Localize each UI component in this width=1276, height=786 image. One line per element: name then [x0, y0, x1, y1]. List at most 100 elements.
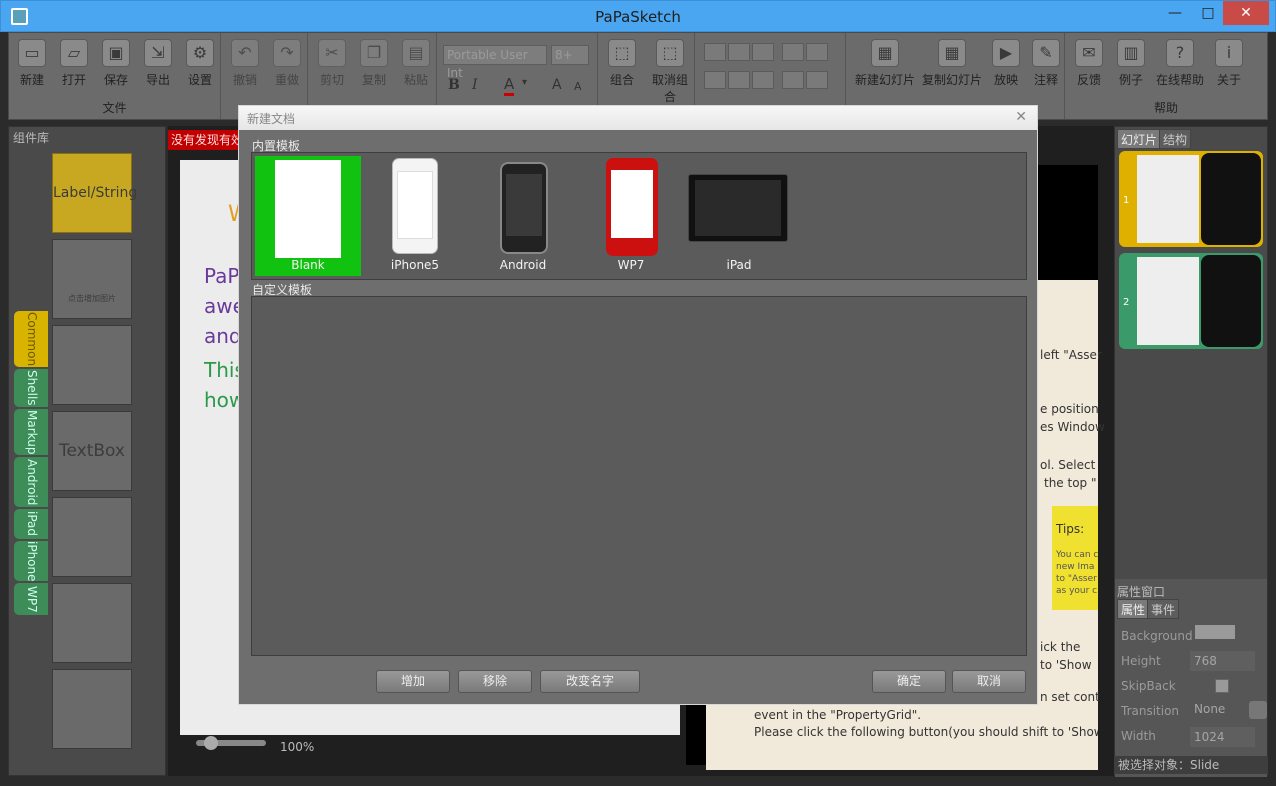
prop-height-label: Height — [1121, 654, 1161, 668]
redo-button[interactable]: ↷ 重做 — [266, 39, 308, 89]
align-middle-icon[interactable] — [728, 71, 750, 89]
android-preview — [500, 162, 548, 254]
align-right-icon[interactable] — [752, 43, 774, 61]
save-button[interactable]: ▣ 保存 — [95, 39, 137, 89]
font-color-button[interactable]: A — [504, 75, 515, 96]
prop-height-value[interactable]: 768 — [1190, 651, 1255, 671]
prop-transition-label: Transition — [1121, 704, 1180, 718]
tab-common[interactable]: Common — [14, 311, 48, 367]
chevron-down-icon[interactable]: ▾ — [522, 77, 527, 88]
grow-font-button[interactable]: A — [552, 77, 562, 93]
new-slide-button[interactable]: ▦ 新建幻灯片 — [853, 39, 917, 89]
tab-android[interactable]: Android — [14, 457, 48, 507]
ungroup-button[interactable]: ⬚ 取消组合 — [647, 39, 693, 104]
phone-line-9: event in the "PropertyGrid". — [754, 708, 922, 722]
align-top-icon[interactable] — [704, 71, 726, 89]
minimize-button[interactable]: — — [1159, 1, 1191, 25]
dialog-close-icon[interactable]: ✕ — [1015, 109, 1027, 125]
copy-button[interactable]: ❐ 复制 — [353, 39, 395, 89]
component-button[interactable] — [52, 497, 132, 577]
group-button[interactable]: ⬚ 组合 — [601, 39, 643, 89]
zoom-slider-thumb[interactable] — [204, 736, 218, 750]
tab-ipad[interactable]: iPad — [14, 509, 48, 539]
new-slide-icon: ▦ — [871, 39, 899, 67]
bold-button[interactable]: B — [448, 77, 460, 93]
prop-width-value[interactable]: 1024 — [1190, 727, 1255, 747]
template-android[interactable]: Android — [470, 156, 576, 276]
tab-properties[interactable]: 属性 — [1117, 599, 1150, 619]
new-button[interactable]: ▭ 新建 — [11, 39, 53, 89]
font-name-select[interactable]: Portable User Int — [443, 45, 547, 80]
tab-structure[interactable]: 结构 — [1159, 129, 1192, 149]
iphone-preview — [392, 158, 438, 254]
zoom-level: 100% — [280, 740, 315, 754]
paste-icon: ▤ — [402, 39, 430, 67]
distribute-v-icon[interactable] — [806, 71, 828, 89]
online-help-button[interactable]: ? 在线帮助 — [1152, 39, 1208, 89]
phone-line-2: e position — [1040, 402, 1099, 416]
template-wp7[interactable]: WP7 — [578, 156, 684, 276]
font-size-select[interactable]: 8+ — [551, 45, 589, 65]
distribute-h-icon[interactable] — [782, 71, 804, 89]
tips-line-3: to "Asser — [1056, 574, 1097, 584]
align-left-icon[interactable] — [704, 43, 726, 61]
italic-button[interactable]: I — [472, 77, 478, 93]
slide-thumbnail-2[interactable]: 2 — [1119, 253, 1263, 349]
tab-iphone[interactable]: iPhone — [14, 541, 48, 581]
tab-markup[interactable]: Markup — [14, 409, 48, 455]
template-iphone5[interactable]: iPhone5 — [362, 156, 468, 276]
component-panel[interactable] — [52, 325, 132, 405]
component-textbox[interactable]: TextBox — [52, 411, 132, 491]
prop-background-value[interactable] — [1195, 625, 1235, 639]
close-button[interactable]: ✕ — [1223, 1, 1269, 25]
tab-wp7[interactable]: WP7 — [14, 583, 48, 615]
comment-button[interactable]: ✎ 注释 — [1025, 39, 1067, 89]
about-button[interactable]: i 关于 — [1208, 39, 1250, 89]
send-backward-icon[interactable] — [806, 43, 828, 61]
ok-button[interactable]: 确定 — [872, 670, 946, 693]
copy-slide-button[interactable]: ▦ 复制幻灯片 — [919, 39, 985, 89]
property-header: 属性窗口 — [1117, 585, 1166, 599]
feedback-button[interactable]: ✉ 反馈 — [1068, 39, 1110, 89]
settings-button[interactable]: ⚙ 设置 — [179, 39, 221, 89]
tips-note: Tips: You can c new Ima to "Asser as you… — [1052, 506, 1098, 610]
right-panel: 幻灯片 结构 1 2 属性窗口 属性 事件 Background Height … — [1114, 126, 1268, 777]
component-label-string[interactable]: Label/String — [52, 153, 137, 233]
remove-template-button[interactable]: 移除 — [458, 670, 532, 693]
cut-button[interactable]: ✂ 剪切 — [311, 39, 353, 89]
example-button[interactable]: ▥ 例子 — [1110, 39, 1152, 89]
tab-shells[interactable]: Shells — [14, 369, 48, 407]
bring-forward-icon[interactable] — [782, 43, 804, 61]
template-ipad[interactable]: iPad — [686, 156, 792, 276]
open-button[interactable]: ▱ 打开 — [53, 39, 95, 89]
tab-events[interactable]: 事件 — [1147, 599, 1180, 619]
tips-line-4: as your c — [1056, 586, 1098, 596]
export-button[interactable]: ⇲ 导出 — [137, 39, 179, 89]
component-image[interactable]: 点击增加图片 — [52, 239, 132, 319]
new-file-icon: ▭ — [18, 39, 46, 67]
template-blank[interactable]: Blank — [255, 156, 361, 276]
custom-templates-list[interactable] — [251, 296, 1027, 656]
phone-line-1: left "Asser — [1040, 348, 1102, 362]
cancel-button[interactable]: 取消 — [952, 670, 1026, 693]
prop-transition-picker[interactable] — [1249, 701, 1267, 719]
new-document-dialog: 新建文档 ✕ 内置模板 Blank iPhone5 Android WP7 iP… — [238, 105, 1038, 705]
component-frame[interactable] — [52, 583, 132, 663]
undo-button[interactable]: ↶ 撤销 — [224, 39, 266, 89]
align-bottom-icon[interactable] — [752, 71, 774, 89]
builtin-templates-list: Blank iPhone5 Android WP7 iPad — [251, 152, 1027, 280]
rename-template-button[interactable]: 改变名字 — [540, 670, 640, 693]
prop-skipback-checkbox[interactable] — [1215, 679, 1229, 693]
add-template-button[interactable]: 增加 — [376, 670, 450, 693]
prop-transition-value[interactable]: None — [1190, 699, 1255, 719]
component-list[interactable] — [52, 669, 132, 749]
maximize-button[interactable]: □ — [1193, 1, 1223, 25]
tab-slides[interactable]: 幻灯片 — [1117, 129, 1162, 149]
shrink-font-button[interactable]: A — [574, 80, 582, 93]
paste-button[interactable]: ▤ 粘贴 — [395, 39, 437, 89]
slide-text-1: PaP — [204, 264, 240, 288]
align-center-icon[interactable] — [728, 43, 750, 61]
slide-thumbnail-1[interactable]: 1 — [1119, 151, 1263, 247]
play-button[interactable]: ▶ 放映 — [985, 39, 1027, 89]
phone-line-6: ick the — [1040, 640, 1081, 654]
